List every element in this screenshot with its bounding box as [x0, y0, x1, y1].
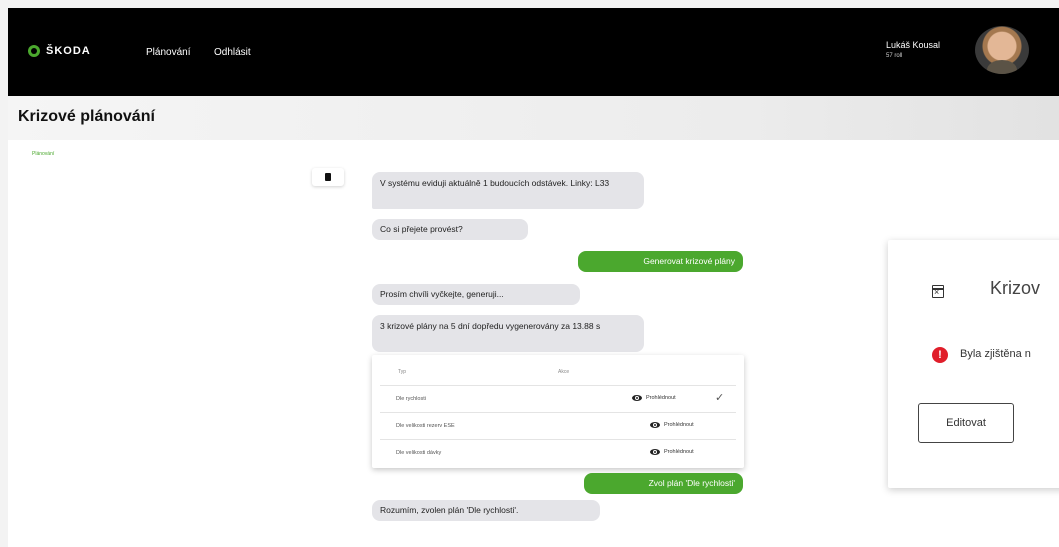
chat-message-bot: 3 krizové plány na 5 dní dopředu vygener…: [372, 315, 644, 352]
preview-label: Prohlédnout: [646, 395, 676, 401]
nav-odhlasit[interactable]: Odhlásit: [214, 47, 251, 58]
chat-message-bot: Prosím chvíli vyčkejte, generuji...: [372, 284, 580, 305]
chat-message-user: Zvol plán 'Dle rychlosti': [584, 473, 743, 494]
eye-icon: [632, 395, 642, 401]
chat-message-bot: V systému eviduji aktuálně 1 budoucích o…: [372, 172, 644, 209]
error-message: Byla zjištěna n: [960, 348, 1031, 360]
edit-button[interactable]: Editovat: [918, 403, 1014, 443]
calendar-icon: [931, 285, 944, 298]
user-subtitle: 57 roll: [886, 53, 903, 59]
table-row[interactable]: Dle velikosti rezerv ESE Prohlédnout: [380, 412, 736, 440]
preview-label: Prohlédnout: [664, 422, 694, 428]
nav-planovani[interactable]: Plánování: [146, 47, 190, 58]
bot-icon: [312, 168, 344, 186]
table-row[interactable]: Dle rychlosti Prohlédnout ✓: [380, 385, 736, 413]
card-title: Krizov: [990, 278, 1041, 298]
page-title: Krizové plánování: [18, 108, 155, 125]
plan-name: Dle rychlosti: [396, 396, 426, 402]
plan-name: Dle velikosti rezerv ESE: [396, 423, 455, 429]
error-icon: !: [932, 347, 948, 363]
app-frame: ŠKODA Plánování Odhlásit Lukáš Kousal 57…: [8, 8, 1059, 547]
breadcrumb[interactable]: Plánování: [32, 151, 54, 157]
preview-label: Prohlédnout: [664, 449, 694, 455]
title-strip: Krizové plánování: [8, 96, 1059, 140]
eye-icon: [650, 449, 660, 455]
preview-button[interactable]: Prohlédnout: [632, 395, 676, 401]
skoda-logo[interactable]: ŠKODA: [28, 45, 91, 57]
preview-button[interactable]: Prohlédnout: [650, 422, 694, 428]
logo-text: ŠKODA: [46, 45, 91, 57]
plan-table-header-action: Akce: [558, 369, 570, 375]
plan-table-header-type: Typ: [398, 369, 407, 375]
avatar[interactable]: [975, 26, 1029, 74]
chat-message-bot: Rozumím, zvolen plán 'Dle rychlosti'.: [372, 500, 600, 521]
plan-card: Krizov ! Byla zjištěna n Editovat: [888, 240, 1059, 488]
preview-button[interactable]: Prohlédnout: [650, 449, 694, 455]
eye-icon: [650, 422, 660, 428]
checkmark-icon: ✓: [715, 392, 725, 404]
top-bar: ŠKODA Plánování Odhlásit Lukáš Kousal 57…: [8, 8, 1059, 96]
user-name: Lukáš Kousal: [886, 40, 941, 50]
plan-table: Typ Akce Dle rychlosti Prohlédnout ✓ Dle…: [372, 355, 744, 468]
chat-message-bot: Co si přejete provést?: [372, 219, 528, 240]
plan-name: Dle velikosti dávky: [396, 450, 442, 456]
table-row[interactable]: Dle velikosti dávky Prohlédnout: [380, 439, 736, 467]
chat-message-user: Generovat krizové plány: [578, 251, 743, 272]
skoda-logo-icon: [28, 45, 40, 57]
